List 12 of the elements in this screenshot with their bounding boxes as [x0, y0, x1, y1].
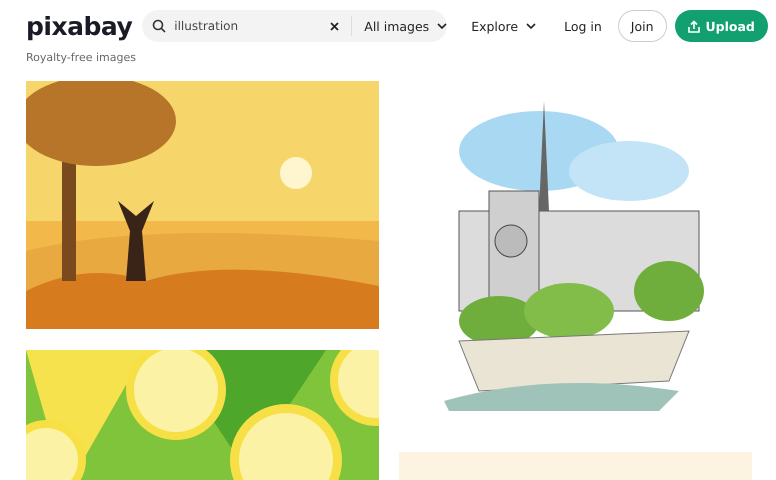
subtitle: Royalty-free images [25, 51, 137, 64]
search-icon [152, 19, 166, 33]
join-button[interactable]: Join [618, 10, 667, 42]
explore-menu[interactable]: Explore [471, 18, 536, 34]
logo[interactable]: pixabay [26, 12, 132, 40]
login-link[interactable]: Log in [564, 18, 602, 34]
chevron-icon [526, 23, 536, 29]
close-icon[interactable] [330, 22, 340, 30]
chevron-icon [437, 23, 448, 29]
filter-dropdown[interactable]: All images [364, 18, 448, 34]
upload-icon [688, 20, 700, 32]
search-field[interactable]: illustration All images [142, 10, 448, 42]
